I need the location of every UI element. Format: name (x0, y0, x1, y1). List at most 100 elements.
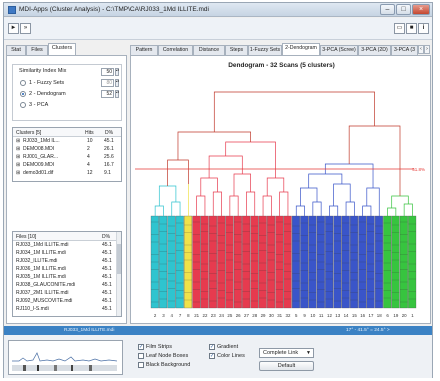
dendrogram-link (246, 191, 256, 216)
dendrogram-link (233, 173, 251, 196)
radio-pca[interactable] (20, 102, 26, 108)
dendrogram-link (329, 205, 339, 216)
play-icon[interactable]: ► (8, 23, 19, 34)
dendrogram-chart: 2 3 4 7 8 21 22 23 24 25 26 27 28 29 30 31 32 5 9 10 11 12 13 1… (135, 91, 425, 318)
similarity-title: Similarity Index Mix (19, 68, 67, 74)
cluster-row[interactable]: ⊞ demo3d01.dif 12 9.1 (13, 170, 121, 178)
page-icon[interactable]: ■ (406, 23, 417, 34)
fuzzy-spin-button[interactable]: ▴▾ (115, 79, 119, 87)
tab-files[interactable]: Files (26, 45, 48, 55)
file-row[interactable]: RJ035_1M ILLITE.mdi 45.1 (13, 274, 121, 282)
dendrogram-link (262, 195, 272, 216)
cluster-row[interactable]: ⊞ DEMO08.MDI 2 26.1 (13, 146, 121, 154)
tab-pca-scree[interactable]: 3-PCA (Scree) (320, 45, 358, 55)
gradient-checkbox[interactable]: ✓ (209, 344, 215, 350)
file-row[interactable]: RJ034_1M ILLITE.mdi 45.1 (13, 250, 121, 258)
leaf-label: 21 (194, 313, 199, 318)
film-strip (391, 215, 400, 309)
dendrogram-link (171, 201, 181, 216)
default-button[interactable]: Default (259, 361, 314, 371)
dendrogram-link (212, 191, 222, 216)
linkage-select[interactable]: Complete Link ▼ (259, 348, 314, 358)
file-row[interactable]: RJ033_1Md ILLITE.mdi 45.1 (13, 242, 121, 250)
fuzzy-value-input[interactable]: 80 (101, 79, 114, 87)
file-row[interactable]: RJ092_MUSCOVITE.mdi 45.1 (13, 298, 121, 306)
tab-pca-3d[interactable]: 3-PCA (3 (391, 45, 418, 55)
files-list[interactable]: Files [10] D% RJ033_1Md ILLITE.mdi 45.1 R… (12, 231, 122, 317)
file-row[interactable]: RJ110_I-S.mdi 45.1 (13, 306, 121, 314)
tab-pca-2d[interactable]: 3-PCA (2D) (358, 45, 391, 55)
dendrogram-link (345, 201, 355, 216)
leaf-label: 29 (261, 313, 266, 318)
film-strip (242, 215, 251, 309)
tab-scroll-right-icon[interactable]: › (424, 45, 430, 54)
film-strip (258, 215, 267, 309)
film-strip (408, 215, 417, 309)
gradient-label: Gradient (217, 344, 239, 350)
black-background-checkbox[interactable] (138, 362, 144, 368)
cutoff-label: 51.8% (412, 167, 425, 172)
leaf-label: 6 (386, 313, 389, 318)
expand-icon[interactable]: ⊞ (16, 162, 20, 170)
expand-icon[interactable]: ⊞ (16, 146, 20, 154)
tab-clusters[interactable]: Clusters (48, 43, 76, 55)
dendrogram-link (308, 173, 343, 188)
leaf-label: 19 (393, 313, 398, 318)
film-strip (167, 215, 176, 309)
file-row[interactable]: RJ037_2M1 ILLITE.mdi 45.1 (13, 290, 121, 298)
leaf-label: 4 (171, 313, 174, 318)
film-strips-checkbox[interactable]: ✓ (138, 344, 144, 350)
window-icon[interactable]: ▭ (394, 23, 405, 34)
leaf-label: 7 (179, 313, 182, 318)
close-button[interactable]: × (412, 4, 430, 15)
tab-stat[interactable]: Stat (6, 45, 26, 55)
status-angle: 17° - 41.5° = 24.5° > (346, 328, 390, 333)
mix-value-input[interactable]: 50 (101, 68, 114, 76)
black-background-label: Black Background (146, 362, 191, 368)
expand-icon[interactable]: ⊞ (16, 154, 20, 162)
dendrogram-link (387, 207, 397, 216)
file-row[interactable]: RJ038_GLAUCONITE.mdi 45.1 (13, 282, 121, 290)
tab-pattern[interactable]: Pattern (130, 45, 158, 55)
leaf-label: 24 (219, 313, 224, 318)
leaf-node-boxes-checkbox[interactable] (138, 353, 144, 359)
radio-fuzzy-sets[interactable] (20, 80, 26, 86)
leaf-label: 2 (154, 313, 157, 318)
dendrogram-link (391, 195, 409, 208)
cluster-row[interactable]: ⊞ RJ001_GLAR... 4 25.6 (13, 154, 121, 162)
minimize-button[interactable]: – (380, 4, 395, 15)
film-strip (159, 215, 168, 309)
tab-fuzzy-sets[interactable]: 1-Fuzzy Sets (248, 45, 282, 55)
info-icon[interactable]: i (418, 23, 429, 34)
mix-spin-button[interactable]: ▴▾ (115, 68, 119, 76)
forward-icon[interactable]: » (20, 23, 31, 34)
leaf-label: 14 (344, 313, 349, 318)
tab-correlation[interactable]: Correlation (158, 45, 193, 55)
clusters-list[interactable]: Clusters [5] Hits D% ⊞ RJ033_1Md IL... 1… (12, 127, 122, 182)
dendogram-value-input[interactable]: 52 (101, 90, 114, 98)
app-icon (8, 6, 16, 14)
linkage-value: Complete Link (263, 350, 299, 356)
maximize-button[interactable]: □ (396, 4, 411, 15)
expand-icon[interactable]: ⊞ (16, 170, 20, 178)
cluster-row[interactable]: ⊞ RJ033_1Md IL... 10 45.1 (13, 138, 121, 146)
scroll-thumb[interactable] (117, 244, 121, 274)
file-row[interactable]: RJ036_1M ILLITE.mdi 45.1 (13, 266, 121, 274)
dendogram-spin-button[interactable]: ▴▾ (115, 90, 119, 98)
right-panel: Pattern Correlation Distance Steps 1-Fuz… (130, 43, 431, 324)
tab-dendogram[interactable]: 2-Dendogram (282, 43, 320, 55)
file-row[interactable]: RJ032_ILLITE.mdi 45.1 (13, 258, 121, 266)
pattern-preview-graph (12, 352, 118, 371)
files-list-header: Files [10] D% (13, 232, 121, 241)
files-scrollbar[interactable] (116, 232, 121, 316)
cluster-row[interactable]: ⊞ DEMO09.MDI 4 16.7 (13, 162, 121, 170)
dendrogram-link (167, 159, 189, 186)
expand-icon[interactable]: ⊞ (16, 138, 20, 146)
tab-distance[interactable]: Distance (193, 45, 225, 55)
dendrogram-link (295, 205, 305, 216)
leaf-label: 16 (360, 313, 365, 318)
tab-steps[interactable]: Steps (225, 45, 248, 55)
dendrogram-link (225, 141, 276, 178)
color-lines-checkbox[interactable]: ✓ (209, 353, 215, 359)
radio-dendogram[interactable] (20, 91, 26, 97)
